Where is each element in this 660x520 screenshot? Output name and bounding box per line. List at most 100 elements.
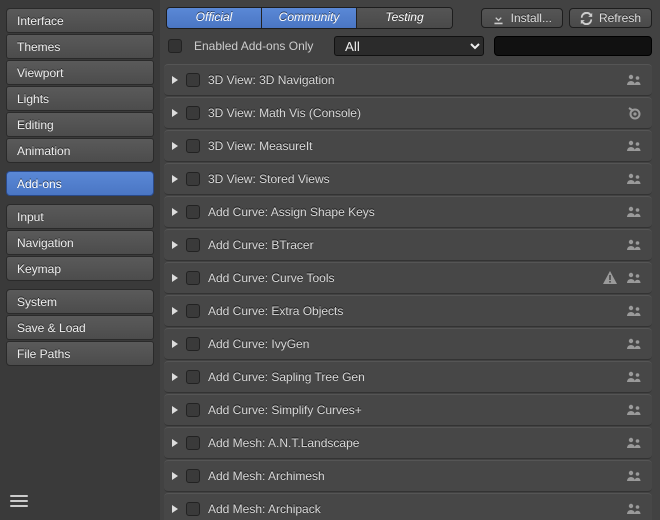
addon-name-label: 3D View: Stored Views [208,172,618,186]
addon-row: Add Mesh: A.N.T.Landscape [164,427,652,459]
search-field[interactable] [494,36,652,56]
addon-enable-checkbox[interactable] [186,502,200,516]
install-button-label: Install... [511,11,552,25]
addon-name-label: Add Mesh: A.N.T.Landscape [208,436,618,450]
disclosure-triangle-icon[interactable] [172,472,178,480]
disclosure-triangle-icon[interactable] [172,241,178,249]
community-icon [626,501,642,517]
refresh-icon [580,12,593,25]
addon-row: Add Curve: Assign Shape Keys [164,196,652,228]
addon-enable-checkbox[interactable] [186,139,200,153]
addon-row: Add Curve: Simplify Curves+ [164,394,652,426]
sidebar-item-editing[interactable]: Editing [6,112,154,137]
addon-enable-checkbox[interactable] [186,337,200,351]
addon-name-label: 3D View: 3D Navigation [208,73,618,87]
download-icon [492,12,505,25]
community-icon [626,72,642,88]
addon-badges [626,138,642,154]
disclosure-triangle-icon[interactable] [172,175,178,183]
disclosure-triangle-icon[interactable] [172,340,178,348]
addon-enable-checkbox[interactable] [186,370,200,384]
addon-enable-checkbox[interactable] [186,304,200,318]
addon-name-label: Add Curve: BTracer [208,238,618,252]
addon-enable-checkbox[interactable] [186,436,200,450]
addon-enable-checkbox[interactable] [186,106,200,120]
community-icon [626,237,642,253]
addon-row: 3D View: 3D Navigation [164,64,652,96]
sidebar-item-themes[interactable]: Themes [6,34,154,59]
addon-row: Add Curve: Extra Objects [164,295,652,327]
enabled-only-checkbox[interactable] [168,39,182,53]
sidebar-item-system[interactable]: System [6,289,154,314]
disclosure-triangle-icon[interactable] [172,439,178,447]
addon-row: Add Curve: BTracer [164,229,652,261]
tab-official[interactable]: Official [167,8,262,28]
addon-row: 3D View: Math Vis (Console) [164,97,652,129]
addons-list: 3D View: 3D Navigation 3D View: Math Vis … [160,64,660,520]
addon-name-label: Add Curve: Assign Shape Keys [208,205,618,219]
disclosure-triangle-icon[interactable] [172,109,178,117]
community-icon [626,402,642,418]
disclosure-triangle-icon[interactable] [172,505,178,513]
support-level-tabs: OfficialCommunityTesting [166,7,453,29]
addon-enable-checkbox[interactable] [186,205,200,219]
disclosure-triangle-icon[interactable] [172,274,178,282]
addons-panel: OfficialCommunityTesting Install... Refr… [160,0,660,520]
sidebar-item-lights[interactable]: Lights [6,86,154,111]
enabled-only-label: Enabled Add-ons Only [194,39,313,53]
hamburger-menu-icon[interactable] [8,490,30,512]
tab-community[interactable]: Community [262,8,357,28]
disclosure-triangle-icon[interactable] [172,406,178,414]
sidebar-item-add-ons[interactable]: Add-ons [6,171,154,196]
sidebar-item-navigation[interactable]: Navigation [6,230,154,255]
category-select[interactable]: All [334,36,484,56]
addon-name-label: 3D View: Math Vis (Console) [208,106,618,120]
blender-icon [626,105,642,121]
addon-enable-checkbox[interactable] [186,73,200,87]
disclosure-triangle-icon[interactable] [172,373,178,381]
preferences-sidebar: InterfaceThemesViewportLightsEditingAnim… [0,0,160,520]
disclosure-triangle-icon[interactable] [172,208,178,216]
addon-badges [626,402,642,418]
addon-enable-checkbox[interactable] [186,469,200,483]
sidebar-item-save-load[interactable]: Save & Load [6,315,154,340]
addon-name-label: Add Curve: Extra Objects [208,304,618,318]
community-icon [626,369,642,385]
community-icon [626,204,642,220]
addon-badges [602,270,642,286]
addon-name-label: Add Mesh: Archipack [208,502,618,516]
sidebar-item-file-paths[interactable]: File Paths [6,341,154,366]
refresh-button[interactable]: Refresh [569,8,652,28]
sidebar-item-input[interactable]: Input [6,204,154,229]
community-icon [626,303,642,319]
sidebar-item-keymap[interactable]: Keymap [6,256,154,281]
addon-badges [626,171,642,187]
sidebar-item-viewport[interactable]: Viewport [6,60,154,85]
addon-badges [626,72,642,88]
install-addon-button[interactable]: Install... [481,8,563,28]
refresh-button-label: Refresh [599,11,641,25]
addon-badges [626,303,642,319]
community-icon [626,435,642,451]
addon-badges [626,369,642,385]
disclosure-triangle-icon[interactable] [172,142,178,150]
tab-testing[interactable]: Testing [357,8,452,28]
disclosure-triangle-icon[interactable] [172,307,178,315]
addon-badges [626,336,642,352]
addon-badges [626,204,642,220]
search-input[interactable] [507,40,649,52]
addon-enable-checkbox[interactable] [186,403,200,417]
addon-badges [626,501,642,517]
addon-badges [626,435,642,451]
sidebar-item-interface[interactable]: Interface [6,8,154,33]
addon-badges [626,105,642,121]
addon-name-label: Add Curve: Simplify Curves+ [208,403,618,417]
sidebar-item-animation[interactable]: Animation [6,138,154,163]
addon-enable-checkbox[interactable] [186,238,200,252]
addon-enable-checkbox[interactable] [186,172,200,186]
disclosure-triangle-icon[interactable] [172,76,178,84]
addon-name-label: Add Curve: IvyGen [208,337,618,351]
addon-badges [626,237,642,253]
addon-row: 3D View: Stored Views [164,163,652,195]
addon-enable-checkbox[interactable] [186,271,200,285]
